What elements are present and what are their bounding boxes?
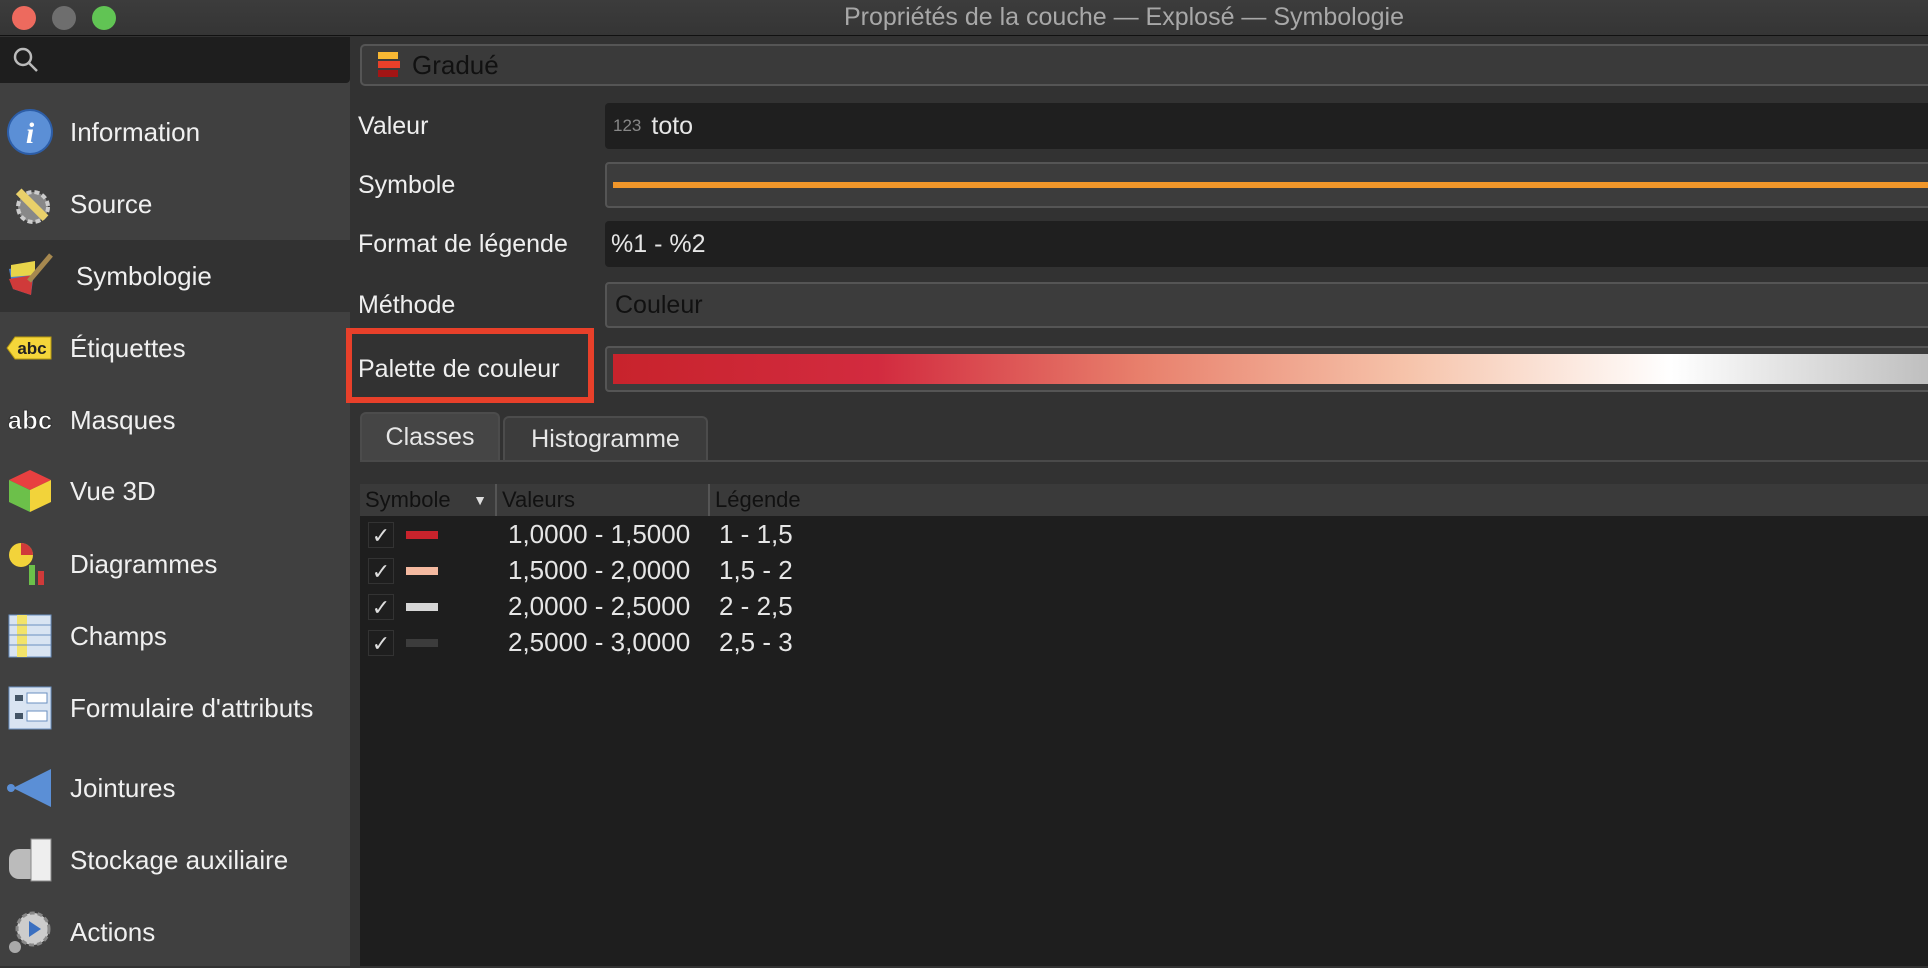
numeric-type-badge: 123 [613, 116, 642, 135]
class-symbol-swatch[interactable] [406, 531, 438, 539]
class-checkbox[interactable]: ✓ [368, 594, 394, 620]
table-row[interactable]: ✓ 1,5000 - 2,0000 1,5 - 2 [360, 553, 1928, 589]
class-legend[interactable]: 1,5 - 2 [719, 555, 793, 586]
actions-icon [4, 906, 56, 958]
color-ramp-preview [613, 354, 1928, 384]
search-icon [13, 47, 38, 72]
sidebar-item-label: Source [70, 188, 153, 219]
class-values[interactable]: 2,5000 - 3,0000 [508, 627, 690, 658]
symbology-icon [4, 250, 56, 302]
sidebar-item-joins[interactable]: Jointures [0, 752, 350, 824]
sidebar-item-label: Diagrammes [70, 548, 218, 579]
renderer-select[interactable]: Gradué [360, 44, 1928, 86]
3d-view-icon [4, 465, 56, 517]
sidebar-item-label: Jointures [70, 772, 176, 803]
highlight-annotation [346, 328, 594, 403]
tab-classes[interactable]: Classes [360, 412, 500, 460]
sidebar-item-label: Stockage auxiliaire [70, 844, 289, 875]
sidebar-item-auxiliary-storage[interactable]: Stockage auxiliaire [0, 824, 350, 896]
sidebar-item-label: Symbologie [76, 260, 212, 291]
legend-format-value: %1 - %2 [611, 229, 706, 258]
sidebar-item-info[interactable]: i Information [0, 96, 350, 168]
source-icon [4, 178, 56, 230]
sidebar-item-fields[interactable]: Champs [0, 600, 350, 672]
auxiliary-storage-icon [4, 834, 56, 886]
sidebar-item-symbology[interactable]: Symbologie [0, 240, 350, 312]
method-select[interactable]: Couleur [605, 282, 1928, 328]
svg-text:abc: abc [8, 405, 53, 435]
sidebar-item-label: Information [70, 116, 201, 147]
sidebar-item-labels[interactable]: abc Étiquettes [0, 312, 350, 384]
class-values[interactable]: 2,0000 - 2,5000 [508, 591, 690, 622]
sidebar-item-label: Formulaire d'attributs [70, 692, 314, 723]
class-checkbox[interactable]: ✓ [368, 522, 394, 548]
class-checkbox[interactable]: ✓ [368, 558, 394, 584]
renderer-label: Gradué [412, 49, 499, 80]
sidebar-item-diagrams[interactable]: Diagrammes [0, 528, 350, 600]
sidebar-item-label: Masques [70, 404, 176, 435]
title-bar: Propriétés de la couche — Explosé — Symb… [0, 0, 1928, 36]
symbole-label: Symbole [358, 170, 456, 199]
column-label: Symbole [365, 487, 451, 512]
window-title: Propriétés de la couche — Explosé — Symb… [843, 3, 1404, 31]
sidebar-item-masks[interactable]: abc Masques [0, 384, 350, 456]
search-input[interactable] [0, 37, 350, 83]
methode-label: Méthode [358, 290, 456, 319]
class-symbol-swatch[interactable] [406, 639, 438, 647]
valeur-value: toto [651, 111, 694, 140]
sidebar-item-label: Champs [70, 620, 167, 651]
tab-histogramme[interactable]: Histogramme [503, 416, 708, 460]
class-legend[interactable]: 2 - 2,5 [719, 591, 793, 622]
attributes-form-icon [4, 682, 56, 734]
graduated-icon [378, 52, 400, 77]
format-label: Format de légende [358, 229, 568, 258]
class-legend[interactable]: 1 - 1,5 [719, 519, 793, 550]
sidebar-item-label: Étiquettes [70, 332, 186, 363]
class-legend[interactable]: 2,5 - 3 [719, 627, 793, 658]
class-values[interactable]: 1,0000 - 1,5000 [508, 519, 690, 550]
sidebar-item-attributes-form[interactable]: Formulaire d'attributs [0, 672, 350, 744]
legend-format-input[interactable]: %1 - %2 [605, 221, 1928, 267]
column-header-symbole[interactable]: Symbole ▼ [360, 484, 497, 516]
diagrams-icon [4, 538, 56, 590]
column-header-valeurs[interactable]: Valeurs [497, 484, 710, 516]
class-symbol-swatch[interactable] [406, 603, 438, 611]
sidebar: i Information Source Symbologie abc Étiquette… [0, 37, 350, 966]
valeur-label: Valeur [358, 111, 429, 140]
class-values[interactable]: 1,5000 - 2,0000 [508, 555, 690, 586]
sidebar-item-actions[interactable]: Actions [0, 896, 350, 968]
table-row[interactable]: ✓ 2,5000 - 3,0000 2,5 - 3 [360, 625, 1928, 661]
sort-arrow-icon: ▼ [473, 492, 487, 508]
fields-icon [4, 610, 56, 662]
info-icon: i [4, 106, 56, 158]
classes-table[interactable]: Symbole ▼ Valeurs Légende ✓ 1,0000 - 1,500… [360, 484, 1928, 966]
symbol-preview [613, 182, 1928, 188]
svg-text:abc: abc [17, 339, 46, 358]
svg-text:i: i [26, 117, 35, 150]
tab-divider [360, 460, 1928, 462]
column-header-legende[interactable]: Légende [710, 484, 1928, 516]
table-row[interactable]: ✓ 1,0000 - 1,5000 1 - 1,5 [360, 517, 1928, 553]
masks-icon: abc [4, 394, 56, 446]
sidebar-item-label: Actions [70, 916, 156, 947]
joins-icon [4, 762, 56, 814]
sidebar-item-source[interactable]: Source [0, 168, 350, 240]
color-ramp-button[interactable] [605, 346, 1928, 392]
sidebar-item-3d-view[interactable]: Vue 3D [0, 455, 350, 527]
symbol-button[interactable] [605, 162, 1928, 208]
class-checkbox[interactable]: ✓ [368, 630, 394, 656]
labels-icon: abc [4, 322, 56, 374]
table-row[interactable]: ✓ 2,0000 - 2,5000 2 - 2,5 [360, 589, 1928, 625]
valeur-field[interactable]: 123 toto [605, 103, 1928, 149]
method-value: Couleur [615, 290, 703, 319]
class-symbol-swatch[interactable] [406, 567, 438, 575]
sidebar-item-label: Vue 3D [70, 475, 156, 506]
